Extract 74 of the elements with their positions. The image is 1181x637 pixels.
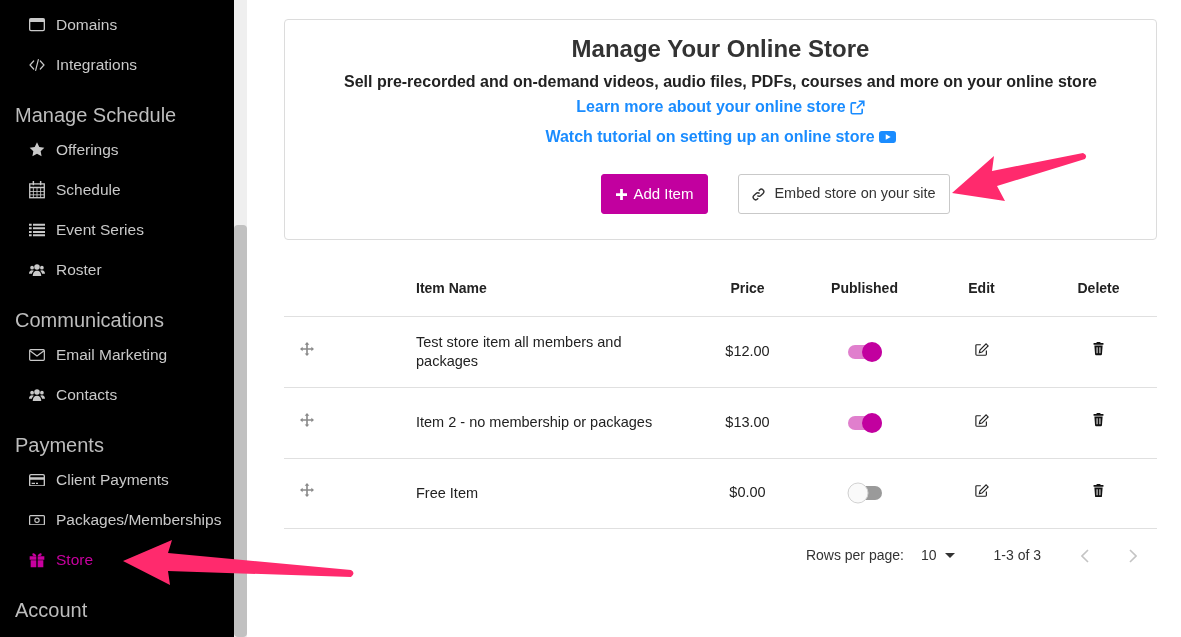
video-play-icon (878, 131, 896, 143)
move-icon (300, 341, 314, 356)
trash-icon (1093, 342, 1104, 356)
delete-button[interactable] (1093, 483, 1104, 498)
table-cell: Free Item (400, 458, 689, 528)
drag-handle[interactable] (300, 341, 314, 356)
sidebar-item[interactable]: Event Series (0, 210, 144, 250)
gift-icon (29, 552, 45, 568)
scrollbar-thumb[interactable] (234, 225, 247, 637)
embed-store-button[interactable]: Embed store on your site (738, 174, 950, 214)
chevron-right-icon (1129, 548, 1137, 563)
sidebar-item[interactable]: Domains (0, 5, 118, 45)
users-icon (29, 388, 45, 402)
delete-button[interactable] (1093, 342, 1104, 356)
panel-title: Manage Your Online Store (570, 34, 871, 64)
edit-button[interactable] (974, 342, 989, 356)
add-item-button[interactable]: Add Item (601, 174, 709, 214)
drag-handle[interactable] (300, 412, 314, 427)
list-icon (29, 223, 45, 237)
edit-button[interactable] (974, 413, 989, 427)
publish-toggle[interactable] (846, 411, 883, 434)
external-link-icon (849, 99, 865, 115)
column-header: Delete (1040, 261, 1157, 316)
envelope-icon (29, 349, 45, 361)
edit-icon (974, 484, 989, 498)
plus-icon (616, 188, 628, 200)
sidebar-item[interactable]: Contacts (0, 375, 118, 415)
sidebar-item[interactable]: Email Marketing (0, 335, 168, 375)
sidebar-item[interactable]: Roster (0, 250, 102, 290)
credit-card-icon (29, 473, 45, 487)
trash-icon (1093, 483, 1104, 498)
edit-button[interactable] (974, 484, 989, 498)
calendar-icon (29, 181, 45, 199)
sidebar-heading: Manage Schedule (14, 103, 177, 128)
column-header: Item Name (400, 261, 689, 316)
sidebar-heading: Communications (14, 308, 164, 333)
table-cell: $13.00 (689, 387, 806, 458)
panel-description: Sell pre-recorded and on-demand videos, audio files, PDFs, courses and more on your online store (342, 72, 1098, 92)
sidebar-item[interactable]: Store (0, 540, 94, 580)
rows-per-page-label: Rows per page: (805, 546, 904, 565)
column-header: Edit (923, 261, 1040, 316)
star-icon (29, 142, 45, 158)
chevron-left-icon (1081, 548, 1089, 563)
banknote-icon (29, 514, 45, 526)
table-cell: $0.00 (689, 458, 806, 528)
code-icon (29, 59, 45, 71)
sidebar-item[interactable]: Client Payments (0, 460, 169, 500)
sidebar-item[interactable]: Packages/Memberships (0, 500, 222, 540)
delete-button[interactable] (1093, 413, 1104, 427)
table-cell: Test store item all members and packages (400, 316, 689, 387)
column-header: Published (806, 261, 923, 316)
rows-per-page-select[interactable]: 10 (920, 545, 955, 566)
column-header: Price (689, 261, 806, 316)
sidebar-scrollbar[interactable] (234, 0, 247, 637)
sidebar-item[interactable]: Schedule (0, 170, 121, 210)
sidebar-item[interactable]: Offerings (0, 130, 119, 170)
edit-icon (974, 413, 989, 427)
sidebar-heading: Payments (14, 433, 104, 458)
sidebar-item[interactable]: Integrations (0, 45, 137, 85)
page-range: 1-3 of 3 (993, 546, 1041, 565)
trash-icon (1093, 413, 1104, 427)
drag-handle[interactable] (300, 483, 314, 498)
window-icon (29, 18, 45, 32)
sidebar-heading: Account (14, 598, 88, 623)
table-cell: $12.00 (689, 316, 806, 387)
caret-down-icon (944, 553, 955, 558)
publish-toggle[interactable] (846, 340, 883, 363)
publish-toggle[interactable] (846, 482, 883, 505)
users-icon (29, 263, 45, 277)
edit-icon (974, 342, 989, 356)
table-cell: Item 2 - no membership or packages (400, 387, 689, 458)
move-icon (300, 412, 314, 427)
link-icon (752, 187, 766, 201)
move-icon (300, 483, 314, 498)
